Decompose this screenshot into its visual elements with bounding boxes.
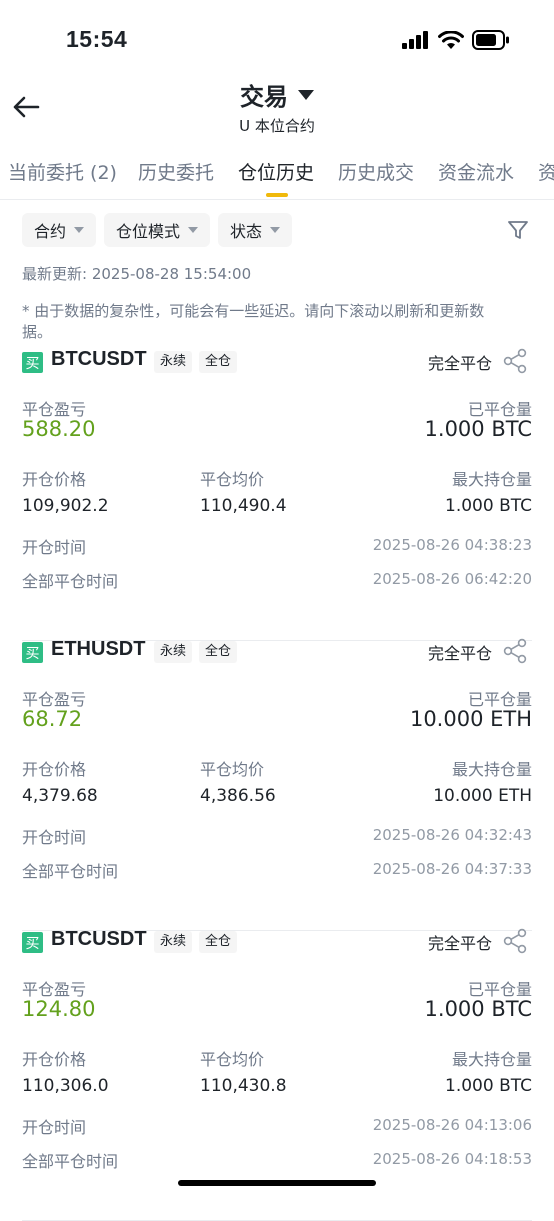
filter-bar: 合约 仓位模式 状态	[22, 213, 293, 247]
status-icons	[402, 30, 510, 50]
share-icon[interactable]	[502, 348, 528, 374]
side-badge: 买	[22, 642, 43, 663]
side-badge: 买	[22, 932, 43, 953]
closed-qty-value: 1.000 BTC	[424, 997, 532, 1021]
avg-close-price-value: 110,490.4	[200, 496, 287, 516]
max-qty-value: 1.000 BTC	[445, 1076, 532, 1096]
open-price-label: 开仓价格	[22, 760, 87, 779]
delay-notice: * 由于数据的复杂性，可能会有一些延迟。请向下滚动以刷新和更新数据。	[22, 302, 485, 341]
dropdown-caret-icon	[298, 89, 314, 100]
page-subtitle: U 本位合约	[239, 117, 315, 135]
closed-qty-value: 10.000 ETH	[409, 707, 532, 731]
filter-position-mode-label: 仓位模式	[116, 222, 181, 241]
contract-type-tag: 永续	[154, 641, 193, 663]
close-time-label: 全部平仓时间	[22, 1152, 119, 1171]
active-tab-indicator	[266, 193, 288, 197]
open-price-label: 开仓价格	[22, 1050, 87, 1069]
clock: 15:54	[66, 26, 128, 52]
tab-order-history[interactable]: 历史委托	[138, 158, 214, 185]
share-icon[interactable]	[502, 928, 528, 954]
symbol: ETHUSDT	[51, 638, 146, 660]
margin-mode-tag: 全仓	[199, 351, 238, 373]
avg-close-price-value: 110,430.8	[200, 1076, 287, 1096]
contract-type-tag: 永续	[154, 931, 193, 953]
battery-icon	[472, 30, 509, 50]
close-time-label: 全部平仓时间	[22, 572, 119, 591]
tab-position-history[interactable]: 仓位历史	[238, 158, 314, 185]
filter-icon[interactable]	[507, 219, 529, 241]
open-time-label: 开仓时间	[22, 538, 87, 557]
page-title: 交易	[240, 83, 288, 111]
position-status: 完全平仓	[427, 934, 492, 953]
open-price-value: 4,379.68	[22, 786, 98, 806]
dropdown-caret-icon	[74, 227, 85, 233]
tab-trade-history[interactable]: 历史成交	[338, 158, 414, 185]
avg-close-price-label: 平仓均价	[200, 1050, 265, 1069]
open-price-value: 110,306.0	[22, 1076, 109, 1096]
max-qty-value: 1.000 BTC	[445, 496, 532, 516]
margin-mode-tag: 全仓	[199, 931, 238, 953]
max-qty-value: 10.000 ETH	[433, 786, 532, 806]
open-time-label: 开仓时间	[22, 1118, 87, 1137]
open-time-value: 2025-08-26 04:32:43	[372, 826, 532, 844]
position-card[interactable]: 买 BTCUSDT 永续 全仓 完全平仓 平仓盈亏 已平仓量 124.80 1.…	[0, 928, 554, 1221]
open-time-value: 2025-08-26 04:13:06	[372, 1116, 532, 1134]
filter-status[interactable]: 状态	[218, 213, 293, 247]
contract-type-tag: 永续	[154, 351, 193, 373]
filter-position-mode[interactable]: 仓位模式	[104, 213, 211, 247]
filter-status-label: 状态	[230, 222, 263, 241]
pnl-value: 68.72	[22, 707, 83, 731]
open-price-value: 109,902.2	[22, 496, 109, 516]
position-status: 完全平仓	[427, 354, 492, 373]
max-qty-label: 最大持仓量	[451, 760, 532, 779]
share-icon[interactable]	[502, 638, 528, 664]
status-bar: 15:54	[0, 0, 554, 80]
filter-contract-label: 合约	[34, 222, 67, 241]
side-badge: 买	[22, 352, 43, 373]
symbol: BTCUSDT	[51, 928, 147, 950]
max-qty-label: 最大持仓量	[451, 470, 532, 489]
max-qty-label: 最大持仓量	[451, 1050, 532, 1069]
margin-mode-tag: 全仓	[199, 641, 238, 663]
tab-transaction-history[interactable]: 资金流水	[438, 158, 514, 185]
filter-contract[interactable]: 合约	[22, 213, 97, 247]
close-time-value: 2025-08-26 06:42:20	[372, 570, 532, 588]
open-time-label: 开仓时间	[22, 828, 87, 847]
home-indicator[interactable]	[178, 1180, 376, 1186]
position-card[interactable]: 买 BTCUSDT 永续 全仓 完全平仓 平仓盈亏 已平仓量 588.20 1.…	[0, 348, 554, 641]
pnl-value: 588.20	[22, 417, 96, 441]
title-dropdown[interactable]: 交易	[0, 77, 554, 112]
tab-overflow[interactable]: 资	[538, 158, 554, 185]
open-price-label: 开仓价格	[22, 470, 87, 489]
avg-close-price-label: 平仓均价	[200, 760, 265, 779]
tab-open-orders[interactable]: 当前委托 (2)	[8, 158, 117, 185]
wifi-icon	[438, 30, 464, 49]
close-time-value: 2025-08-26 04:18:53	[372, 1150, 532, 1168]
close-time-label: 全部平仓时间	[22, 862, 119, 881]
tab-bar: 当前委托 (2) 历史委托 仓位历史 历史成交 资金流水 资	[0, 155, 554, 200]
page-header: 交易 U 本位合约	[0, 75, 554, 137]
closed-qty-value: 1.000 BTC	[424, 417, 532, 441]
symbol: BTCUSDT	[51, 348, 147, 370]
dropdown-caret-icon	[188, 227, 199, 233]
pnl-value: 124.80	[22, 997, 96, 1021]
close-time-value: 2025-08-26 04:37:33	[372, 860, 532, 878]
avg-close-price-label: 平仓均价	[200, 470, 265, 489]
last-updated: 最新更新: 2025-08-28 15:54:00	[22, 265, 252, 283]
open-time-value: 2025-08-26 04:38:23	[372, 536, 532, 554]
position-card[interactable]: 买 ETHUSDT 永续 全仓 完全平仓 平仓盈亏 已平仓量 68.72 10.…	[0, 638, 554, 931]
dropdown-caret-icon	[270, 227, 281, 233]
signal-icon	[402, 31, 428, 49]
avg-close-price-value: 4,386.56	[200, 786, 276, 806]
position-status: 完全平仓	[427, 644, 492, 663]
